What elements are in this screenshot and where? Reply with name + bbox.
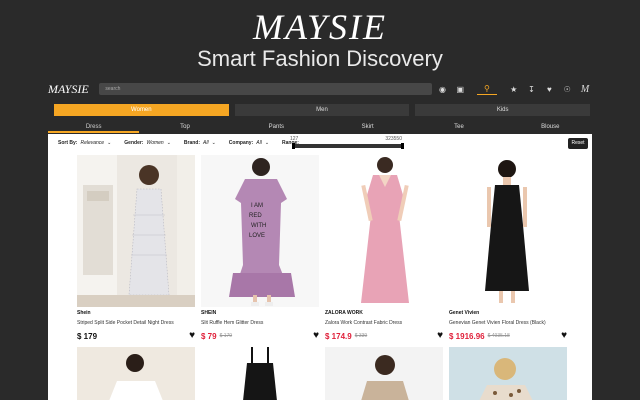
product-price: $ 1916.96 (449, 331, 485, 341)
filter-bar: Sort By: Relevance ⌄ Gender: Women ⌄ Bra… (48, 134, 592, 152)
tab-top[interactable]: Top (139, 121, 230, 133)
tab-skirt[interactable]: Skirt (322, 121, 413, 133)
product-old-price: $ 179 (219, 333, 233, 339)
svg-text:I AM: I AM (251, 203, 263, 209)
tab-men[interactable]: Men (234, 104, 410, 116)
product-image[interactable] (325, 155, 443, 307)
tab-blouse[interactable]: Blouse (505, 121, 596, 133)
product-name[interactable]: Genevian Genet Vivien Floral Dress (Blac… (449, 320, 567, 326)
price-row: $ 79 $ 179 ♥ (201, 331, 319, 341)
product-brand: SHEIN (201, 310, 217, 316)
range-max: 323550 (385, 136, 402, 142)
tab-kids[interactable]: Kids (415, 104, 591, 116)
product-card[interactable] (77, 347, 195, 400)
brand-label: Brand: (183, 140, 201, 146)
sort-value: Relevance (80, 140, 105, 146)
svg-text:LOVE: LOVE (249, 233, 265, 239)
company-value: All (256, 140, 262, 146)
search-input[interactable]: search (99, 83, 432, 95)
brand-filter[interactable]: Brand: All ⌄ (184, 140, 216, 146)
tab-pants[interactable]: Pants (231, 121, 322, 133)
product-card[interactable] (325, 347, 443, 400)
product-card[interactable]: I AM RED WITH LOVE SHEIN Slit Ruffle Hem… (201, 155, 319, 341)
company-label: Company: (228, 140, 254, 146)
hero-subtitle: Smart Fashion Discovery (197, 46, 443, 71)
gender-label: Gender: (124, 140, 144, 146)
product-brand: ZALORA WORK (325, 310, 363, 316)
range-min: 127 (290, 136, 299, 142)
product-image[interactable]: I AM RED WITH LOVE (201, 155, 319, 307)
product-old-price: $ 4935.18 (487, 333, 510, 339)
range-slider-fill (292, 144, 404, 148)
globe-icon[interactable]: ☉ (560, 83, 574, 95)
price-row: $ 1916.96 $ 4935.18 ♥ (449, 331, 567, 341)
camera-icon[interactable]: ▣ (453, 83, 467, 95)
product-image[interactable] (201, 347, 319, 400)
tab-tee[interactable]: Tee (413, 121, 504, 133)
tab-women[interactable]: Women (54, 104, 229, 116)
product-price: $ 179 (77, 331, 98, 341)
gender-tabs: Women Men Kids (54, 104, 591, 116)
heart-icon[interactable]: ♥ (189, 331, 195, 341)
range-min-handle[interactable] (292, 143, 295, 149)
product-name[interactable]: Striped Split Side Pocket Detail Night D… (77, 320, 195, 326)
gender-value: Women (146, 140, 164, 146)
product-card[interactable]: Shein Striped Split Side Pocket Detail N… (77, 155, 195, 341)
sort-label: Sort By: (58, 140, 78, 146)
product-card[interactable] (449, 347, 567, 400)
results-panel: Sort By: Relevance ⌄ Gender: Women ⌄ Bra… (48, 134, 592, 400)
maysie-icon[interactable]: M (578, 83, 592, 95)
product-price: $ 174.9 (325, 331, 352, 341)
sort-filter[interactable]: Sort By: Relevance ⌄ (58, 140, 111, 146)
palette-icon[interactable]: ◉ (436, 83, 450, 95)
chevron-down-icon: ⌄ (166, 140, 171, 146)
range-slider[interactable] (292, 143, 404, 149)
price-row: $ 174.9 $ 339 ♥ (325, 331, 443, 341)
brand-value: All (203, 140, 209, 146)
product-name[interactable]: Slit Ruffle Hem Glitter Dress (201, 320, 319, 326)
chevron-down-icon: ⌄ (211, 140, 216, 146)
product-name[interactable]: Zalora Work Contrast Fabric Dress (325, 320, 443, 326)
product-card[interactable]: ZALORA WORK Zalora Work Contrast Fabric … (325, 155, 443, 341)
hero-logo: MAYSIE (253, 7, 387, 47)
heart-icon[interactable]: ♥ (313, 331, 319, 341)
top-navigation-bar: MAYSIE search ◉ ▣ ⚲ ★ ↧ ♥ ☉ M (48, 81, 592, 97)
product-brand: Genet Vivien (449, 310, 480, 316)
heart-icon[interactable]: ♥ (542, 83, 556, 95)
product-old-price: $ 339 (354, 333, 368, 339)
tab-dress[interactable]: Dress (48, 121, 140, 133)
product-image[interactable] (449, 347, 567, 400)
search-icon[interactable]: ⚲ (477, 83, 497, 95)
heart-icon[interactable]: ♥ (437, 331, 443, 341)
svg-text:RED: RED (249, 213, 262, 219)
heart-icon[interactable]: ♥ (561, 331, 567, 341)
company-filter[interactable]: Company: All ⌄ (229, 140, 269, 146)
price-row: $ 179 ♥ (77, 331, 195, 341)
range-values: 127 323550 (290, 136, 402, 142)
product-image[interactable] (325, 347, 443, 400)
chevron-down-icon: ⌄ (264, 140, 270, 146)
chevron-down-icon: ⌄ (107, 140, 112, 146)
gender-filter[interactable]: Gender: Women ⌄ (124, 140, 171, 146)
range-max-handle[interactable] (401, 143, 404, 149)
product-grid: Shein Striped Split Side Pocket Detail N… (77, 155, 567, 400)
product-card[interactable]: Genet Vivien Genevian Genet Vivien Flora… (449, 155, 567, 341)
product-image[interactable] (449, 155, 567, 307)
reset-button[interactable]: Reset (568, 138, 588, 149)
product-brand: Shein (77, 310, 91, 316)
svg-text:WITH: WITH (251, 223, 266, 229)
star-icon[interactable]: ★ (507, 83, 521, 95)
product-image[interactable] (77, 155, 195, 307)
category-tabs: Dress Top Pants Skirt Tee Blouse (48, 121, 596, 133)
download-icon[interactable]: ↧ (525, 83, 539, 95)
app-logo[interactable]: MAYSIE (48, 82, 99, 97)
product-image[interactable] (77, 347, 195, 400)
product-card[interactable] (201, 347, 319, 400)
product-price: $ 79 (201, 331, 217, 341)
